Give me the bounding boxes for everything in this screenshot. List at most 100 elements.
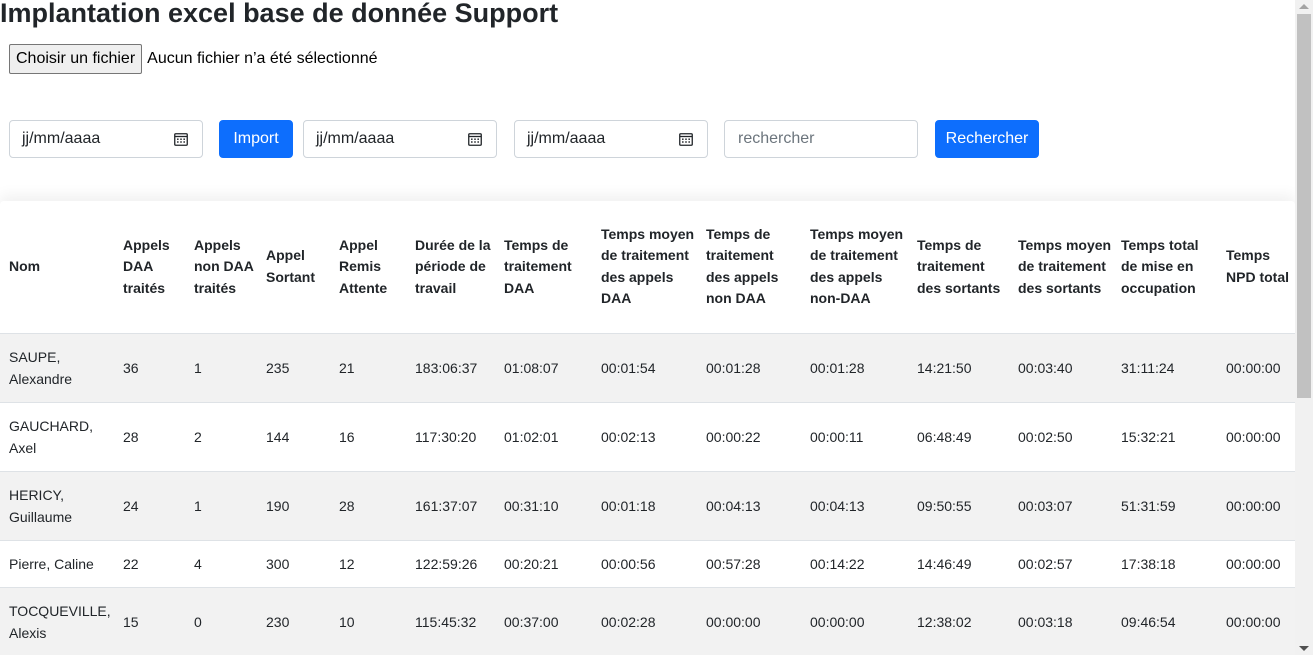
column-header: Temps moyen de traitement des appels DAA [592,201,697,334]
table-cell: 00:03:07 [1009,471,1112,541]
table-cell: 00:02:50 [1009,402,1112,472]
choose-file-button[interactable]: Choisir un fichier [9,44,143,74]
column-header: Appel Remis Attente [330,201,406,334]
table-cell: 00:37:00 [495,587,592,655]
search-input[interactable]: rechercher [724,120,918,158]
import-button[interactable]: Import [219,120,293,158]
table-cell: 00:02:28 [592,587,697,655]
column-header: Nom [0,201,114,334]
column-header: Appels DAA traités [114,201,185,334]
table-cell: 24 [114,471,185,541]
table-cell: 06:48:49 [908,402,1009,472]
table-cell: 14:46:49 [908,540,1009,588]
column-header: Appel Sortant [257,201,330,334]
table-cell: 00:03:18 [1009,587,1112,655]
table-cell: 00:00:00 [1217,333,1295,403]
table-cell: 00:01:28 [801,333,908,403]
table-cell: 00:01:18 [592,471,697,541]
date-input-end-text: jj/mm/aaaa [527,130,606,147]
search-placeholder: rechercher [738,130,815,147]
table-cell: 36 [114,333,185,403]
column-header: Temps de traitement des sortants [908,201,1009,334]
table-cell: 190 [257,471,330,541]
calendar-icon[interactable] [174,132,188,146]
table-cell: 00:02:13 [592,402,697,472]
table-cell: 4 [185,540,257,588]
column-header: Appels non DAA traités [185,201,257,334]
table-cell: 00:03:40 [1009,333,1112,403]
date-input-start-text: jj/mm/aaaa [316,130,395,147]
table-cell: 00:31:10 [495,471,592,541]
table-cell: 01:02:01 [495,402,592,472]
table-cell: TOCQUEVILLE, Alexis [0,587,114,655]
search-button[interactable]: Rechercher [935,120,1039,158]
table-cell: 12 [330,540,406,588]
table-cell: 16 [330,402,406,472]
file-status: Aucun fichier n’a été sélectionné [147,50,378,67]
table-cell: 28 [114,402,185,472]
table-cell: 01:08:07 [495,333,592,403]
column-header: Durée de la période de travail [406,201,495,334]
table-cell: 10 [330,587,406,655]
table-cell: 12:38:02 [908,587,1009,655]
table-row: HERICY, Guillaume 24 1 190 28 161:37:07 … [0,471,1295,541]
table-cell: 00:00:22 [697,402,801,472]
table-cell: 00:00:00 [801,587,908,655]
table-cell: 161:37:07 [406,471,495,541]
table-cell: 00:00:00 [1217,540,1295,588]
table-cell: HERICY, Guillaume [0,471,114,541]
table-cell: GAUCHARD, Axel [0,402,114,472]
column-header: Temps total de mise en occupation [1112,201,1217,334]
table-cell: 115:45:32 [406,587,495,655]
table-cell: 183:06:37 [406,333,495,403]
calendar-icon[interactable] [679,132,693,146]
table-cell: 300 [257,540,330,588]
table-cell: 22 [114,540,185,588]
table-cell: Pierre, Caline [0,540,114,588]
table-cell: 14:21:50 [908,333,1009,403]
calendar-icon[interactable] [468,132,482,146]
table-cell: 15:32:21 [1112,402,1217,472]
date-input-import[interactable]: jj/mm/aaaa [9,120,203,158]
table-cell: 117:30:20 [406,402,495,472]
table-row: Pierre, Caline 22 4 300 12 122:59:26 00:… [0,540,1295,588]
file-picker: Choisir un fichier Aucun fichier n’a été… [9,44,378,74]
table-cell: 230 [257,587,330,655]
column-header: Temps de traitement des appels non DAA [697,201,801,334]
table-cell: 00:01:54 [592,333,697,403]
table-cell: 21 [330,333,406,403]
date-input-start[interactable]: jj/mm/aaaa [303,120,497,158]
table-cell: SAUPE, Alexandre [0,333,114,403]
table-row: SAUPE, Alexandre 36 1 235 21 183:06:37 0… [0,333,1295,403]
table-cell: 00:20:21 [495,540,592,588]
table-cell: 00:00:11 [801,402,908,472]
table-cell: 09:46:54 [1112,587,1217,655]
table-cell: 00:57:28 [697,540,801,588]
date-input-end[interactable]: jj/mm/aaaa [514,120,708,158]
table-cell: 2 [185,402,257,472]
table-cell: 00:00:00 [1217,471,1295,541]
page-title: Implantation excel base de donnée Suppor… [0,0,559,28]
scroll-down-arrow-icon[interactable] [1299,646,1309,651]
table-row: GAUCHARD, Axel 28 2 144 16 117:30:20 01:… [0,402,1295,472]
table-cell: 28 [330,471,406,541]
date-input-import-text: jj/mm/aaaa [22,130,101,147]
column-header: Temps moyen de traitement des appels non… [801,201,908,334]
vertical-scrollbar[interactable] [1295,0,1313,655]
scroll-up-arrow-icon[interactable] [1299,4,1309,9]
table-cell: 00:00:00 [1217,587,1295,655]
column-header: Temps moyen de traitement des sortants [1009,201,1112,334]
table-cell: 00:00:56 [592,540,697,588]
table-cell: 00:02:57 [1009,540,1112,588]
table-cell: 17:38:18 [1112,540,1217,588]
column-header: Temps NPD total [1217,201,1295,334]
table-cell: 0 [185,587,257,655]
table-cell: 00:04:13 [697,471,801,541]
table-cell: 00:04:13 [801,471,908,541]
table-cell: 1 [185,471,257,541]
table-cell: 31:11:24 [1112,333,1217,403]
table-header-row: Nom Appels DAA traités Appels non DAA tr… [0,201,1295,334]
scrollbar-thumb[interactable] [1297,14,1311,398]
table-cell: 144 [257,402,330,472]
table-cell: 00:01:28 [697,333,801,403]
